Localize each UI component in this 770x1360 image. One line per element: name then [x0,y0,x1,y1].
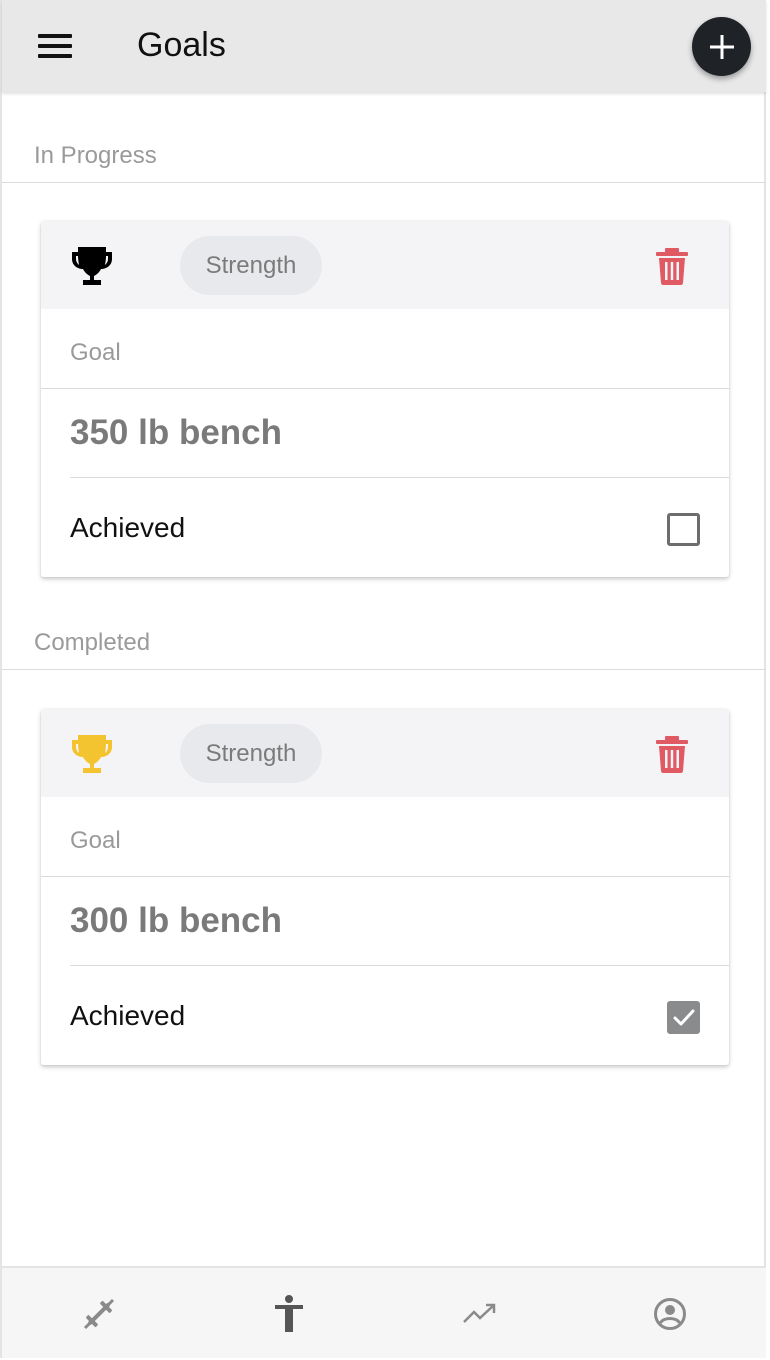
trash-icon[interactable] [655,735,689,773]
workouts-icon [83,1298,115,1330]
nav-progress[interactable] [458,1292,502,1336]
section-divider [2,669,766,670]
category-chip: Strength [180,724,322,783]
add-goal-button[interactable] [692,17,751,76]
goal-label: Goal [70,339,121,366]
goal-card: Strength Goal 300 lb bench Achieved [41,709,729,1065]
trophy-icon [72,735,112,773]
trophy-icon [72,247,112,285]
page-title: Goals [137,26,226,64]
achieved-checkbox[interactable] [667,513,700,546]
card-divider [41,388,729,389]
goal-value[interactable]: 300 lb bench [70,901,282,941]
goal-value[interactable]: 350 lb bench [70,413,282,453]
achieved-checkbox[interactable] [667,1001,700,1034]
section-label-in-progress: In Progress [34,142,157,169]
app-frame: Goals In Progress Strength Goal 350 lb b… [0,0,766,1358]
category-chip: Strength [180,236,322,295]
goal-card: Strength Goal 350 lb bench Achieved [41,221,729,577]
profile-icon [654,1298,686,1330]
bottom-navigation [2,1266,766,1358]
section-divider [2,182,766,183]
goal-label: Goal [70,827,121,854]
goal-card-header: Strength [41,221,729,309]
achieved-label: Achieved [70,1000,186,1031]
card-divider [70,965,729,966]
goal-card-header: Strength [41,709,729,797]
card-divider [70,477,729,478]
app-header: Goals [2,0,766,92]
nav-profile[interactable] [648,1292,692,1336]
nav-body[interactable] [267,1292,311,1336]
plus-icon [709,34,734,59]
trash-icon[interactable] [655,247,689,285]
body-icon [275,1295,303,1332]
progress-trend-icon [463,1303,496,1323]
checkmark-icon [673,1009,695,1026]
card-divider [41,876,729,877]
hamburger-menu-icon[interactable] [36,30,74,62]
section-label-completed: Completed [34,629,151,656]
achieved-label: Achieved [70,512,186,543]
nav-workouts[interactable] [77,1292,121,1336]
